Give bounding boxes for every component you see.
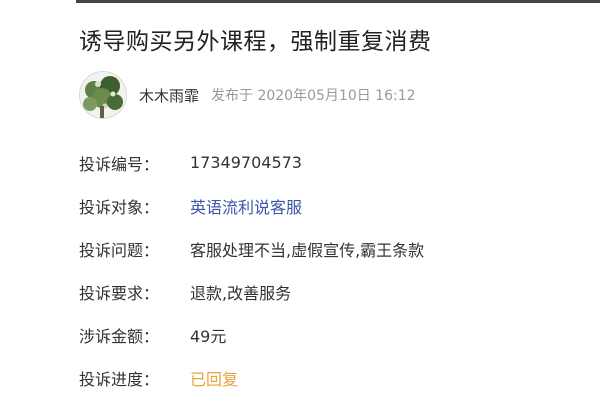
field-amount-involved: 涉诉金额： 49元 (79, 313, 559, 356)
field-value: 退款,改善服务 (190, 283, 292, 303)
field-label: 投诉对象： (79, 197, 160, 217)
avatar-photo-icon[interactable] (79, 71, 127, 119)
top-divider (76, 0, 600, 3)
field-label: 涉诉金额： (79, 326, 160, 346)
field-complaint-target: 投诉对象： 英语流利说客服 (79, 184, 559, 227)
field-complaint-number: 投诉编号： 17349704573 (79, 141, 559, 184)
field-label: 投诉编号： (79, 154, 160, 174)
complaint-title: 诱导购买另外课程，强制重复消费 (79, 29, 432, 55)
field-label: 投诉进度： (79, 369, 160, 389)
post-timestamp: 发布于 2020年05月10日 16:12 (211, 88, 416, 104)
field-complaint-progress: 投诉进度： 已回复 (79, 356, 559, 399)
field-value: 17349704573 (190, 153, 302, 172)
field-value: 客服处理不当,虚假宣传,霸王条款 (190, 240, 425, 260)
field-label: 投诉问题： (79, 240, 160, 260)
author-row: 木木雨霏 发布于 2020年05月10日 16:12 (79, 70, 416, 120)
complaint-details: 投诉编号： 17349704573 投诉对象： 英语流利说客服 投诉问题： 客服… (79, 141, 559, 399)
complaint-page: 诱导购买另外课程，强制重复消费 木木雨霏 发布于 2020年05月10日 16:… (0, 0, 600, 414)
complaint-target-link[interactable]: 英语流利说客服 (190, 194, 302, 218)
status-badge: 已回复 (190, 369, 239, 389)
field-label: 投诉要求： (79, 283, 160, 303)
field-value: 49元 (190, 326, 227, 346)
field-complaint-request: 投诉要求： 退款,改善服务 (79, 270, 559, 313)
field-complaint-issue: 投诉问题： 客服处理不当,虚假宣传,霸王条款 (79, 227, 559, 270)
author-name[interactable]: 木木雨霏 (139, 85, 199, 106)
